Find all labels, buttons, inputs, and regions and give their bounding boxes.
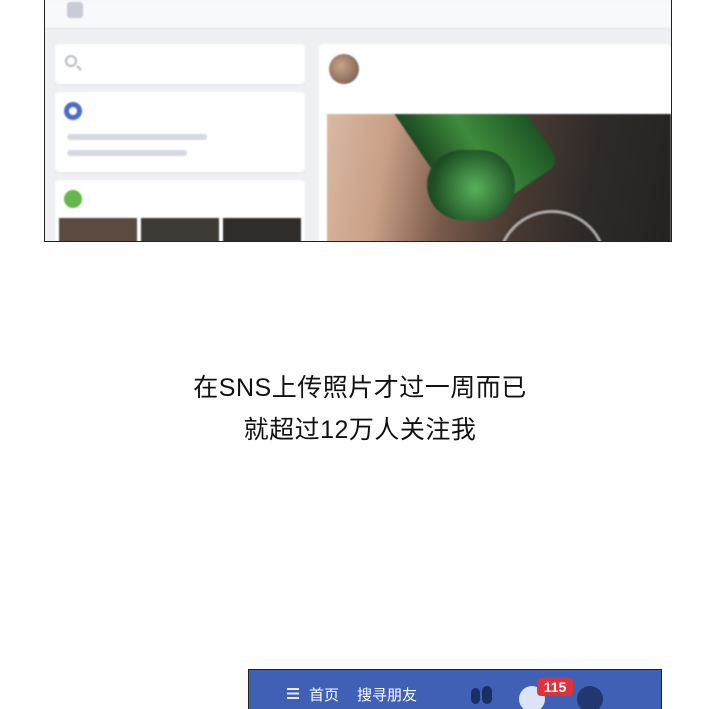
photo-thumbnails [59,218,301,241]
globe-icon[interactable] [577,686,603,709]
nav-bar-panel: 首页 搜寻朋友 115 [248,669,662,709]
top-strip [45,0,671,29]
photo-thumbnail [59,218,137,241]
intro-line [67,150,187,156]
intro-icon [64,102,82,120]
photos-icon [64,190,82,208]
friends-icon[interactable] [471,686,495,706]
photos-card [55,180,305,241]
glass-shape [497,210,607,241]
app-icon [67,2,83,18]
photo-thumbnail [223,218,301,241]
sns-screenshot-panel [44,0,672,242]
menu-icon[interactable] [287,688,299,699]
intro-line [67,134,207,140]
post-photo [327,114,671,241]
caption-line-1: 在SNS上传照片才过一周而已 [193,374,527,402]
caption-line-2: 就超过12万人关注我 [243,416,477,444]
post-card [319,44,671,241]
left-column [55,44,305,241]
search-card [55,44,305,84]
nav-home-link[interactable]: 首页 [309,684,339,705]
avatar [329,54,359,84]
search-icon [65,55,77,67]
bottle-neck-shape [427,150,515,220]
notification-badge: 115 [537,678,573,696]
nav-find-friends-link[interactable]: 搜寻朋友 [357,684,417,705]
photo-thumbnail [141,218,219,241]
intro-card [55,92,305,172]
